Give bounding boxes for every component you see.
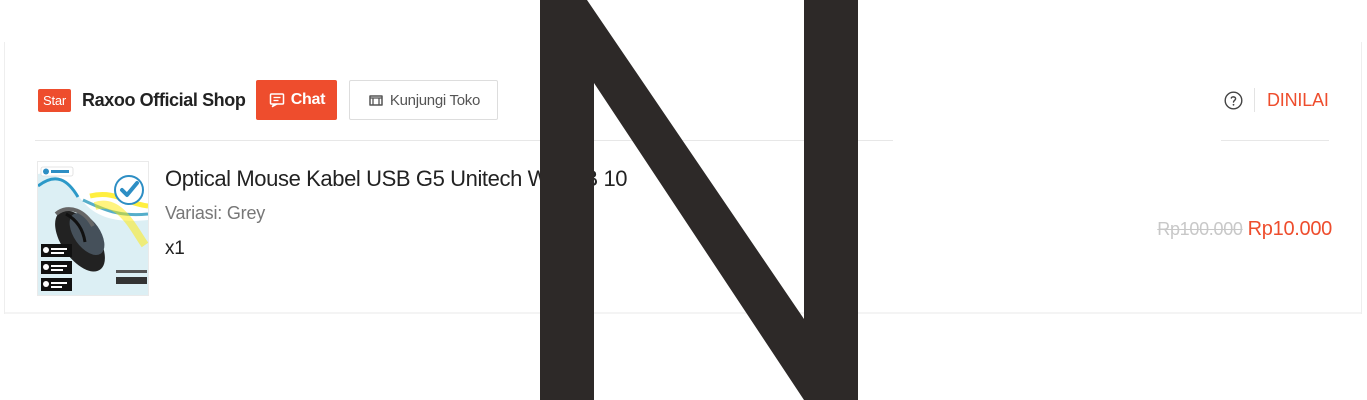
order-page: Star Raxoo Official Shop Chat Kunjungi T… (0, 0, 1367, 400)
product-thumbnail[interactable] (37, 161, 149, 296)
status-divider (1221, 140, 1329, 141)
product-info: Optical Mouse Kabel USB G5 Unitech W USB… (165, 165, 965, 260)
chat-button-label: Chat (290, 91, 326, 108)
visit-shop-label: Kunjungi Toko (389, 91, 480, 109)
shop-icon (369, 95, 383, 106)
order-status: DINILAI (1267, 90, 1329, 110)
chat-icon (269, 93, 285, 108)
visit-shop-button[interactable]: Kunjungi Toko (349, 80, 499, 120)
original-price: Rp100.000 (1157, 218, 1243, 239)
product-quantity: x1 (165, 238, 185, 259)
help-icon[interactable] (1223, 90, 1244, 111)
product-variant: Variasi: Grey (165, 203, 266, 223)
star-badge: Star (38, 88, 72, 112)
shop-name[interactable]: Raxoo Official Shop (82, 90, 246, 111)
order-card: Star Raxoo Official Shop Chat Kunjungi T… (4, 42, 1362, 314)
mouse-product-image (38, 162, 148, 295)
status-separator (1254, 88, 1255, 112)
product-title[interactable]: Optical Mouse Kabel USB G5 Unitech W USB… (165, 165, 965, 193)
header-divider (35, 140, 893, 141)
price-area: Rp100.000 Rp10.000 (1152, 215, 1332, 243)
current-price: Rp10.000 (1247, 217, 1333, 240)
shop-header: Star Raxoo Official Shop Chat Kunjungi T… (35, 76, 1325, 124)
chat-button[interactable]: Chat (256, 80, 338, 120)
card-bottom-edge (5, 312, 1361, 314)
